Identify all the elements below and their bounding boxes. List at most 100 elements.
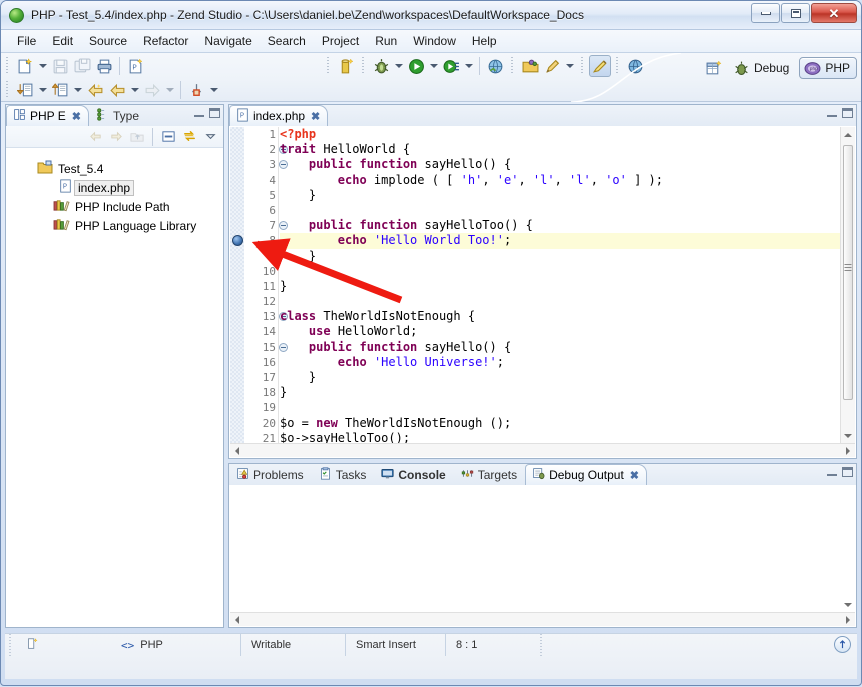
debug-dropdown[interactable] (392, 55, 405, 77)
menu-project[interactable]: Project (314, 32, 367, 50)
code-line[interactable]: } (280, 279, 840, 294)
minimize-view-icon[interactable] (827, 468, 837, 476)
tab-debug-output[interactable]: Debug Output ✖ (525, 464, 647, 485)
open-perspective-button[interactable] (703, 57, 725, 79)
close-icon[interactable]: ✖ (311, 110, 320, 123)
toolbar-grip-7[interactable] (5, 81, 11, 99)
profile-dropdown[interactable] (462, 55, 475, 77)
tab-index-php[interactable]: P index.php ✖ (229, 105, 328, 126)
collapse-all-button[interactable] (158, 127, 178, 146)
close-icon[interactable]: ✖ (630, 469, 639, 482)
tree-item-language-library[interactable]: PHP Language Library (7, 216, 222, 235)
scroll-up-icon[interactable] (841, 127, 855, 142)
run-as-server-button[interactable] (484, 55, 506, 77)
code-line[interactable]: <?php (280, 127, 840, 142)
scroll-thumb[interactable] (843, 145, 853, 400)
scroll-down-icon[interactable] (841, 428, 855, 443)
quick-fix-dropdown[interactable] (563, 55, 576, 77)
code-line[interactable] (280, 264, 840, 279)
toolbar-grip-5[interactable] (580, 57, 586, 75)
editor-horizontal-scrollbar[interactable] (230, 443, 855, 457)
code-line[interactable]: class TheWorldIsNotEnough { (280, 309, 840, 324)
menu-source[interactable]: Source (81, 32, 135, 50)
maximize-button[interactable] (781, 3, 810, 23)
code-line[interactable]: echo implode ( [ 'h', 'e', 'l', 'l', 'o'… (280, 173, 840, 188)
scroll-right-icon[interactable] (841, 444, 855, 457)
menu-navigate[interactable]: Navigate (196, 32, 259, 50)
import-button[interactable] (49, 79, 71, 101)
next-annotation-dropdown[interactable] (163, 79, 176, 101)
menu-refactor[interactable]: Refactor (135, 32, 196, 50)
close-icon[interactable]: ✖ (72, 110, 81, 123)
new-php-file-button[interactable]: P (124, 55, 146, 77)
code-line[interactable]: echo 'Hello World Too!'; (280, 233, 840, 248)
view-menu-button[interactable] (200, 127, 220, 146)
code-line[interactable]: public function sayHello() { (280, 157, 840, 172)
toolbar-grip[interactable] (5, 57, 11, 75)
status-grip[interactable] (7, 634, 13, 658)
perspective-php[interactable]: php PHP (799, 57, 857, 79)
tab-problems[interactable]: Problems (229, 464, 312, 485)
code-line[interactable] (280, 294, 840, 309)
breakpoint-marker[interactable] (232, 235, 243, 246)
new-wizard-button[interactable] (14, 55, 36, 77)
tree-item-include-path[interactable]: PHP Include Path (7, 197, 222, 216)
perspective-debug[interactable]: Debug (729, 57, 795, 79)
tab-console[interactable]: Console (374, 464, 453, 485)
maximize-view-icon[interactable] (842, 467, 853, 477)
save-all-button[interactable] (71, 55, 93, 77)
editor-vertical-scrollbar[interactable] (840, 127, 855, 443)
forward-dropdown[interactable] (128, 79, 141, 101)
code-line[interactable]: } (280, 370, 840, 385)
minimize-view-icon[interactable] (194, 109, 204, 117)
explorer-forward-button[interactable] (106, 127, 126, 146)
toolbar-grip-4[interactable] (510, 57, 516, 75)
code-line[interactable]: use HelloWorld; (280, 324, 840, 339)
code-line[interactable]: } (280, 249, 840, 264)
export-dropdown[interactable] (36, 79, 49, 101)
tree-item-project[interactable]: Test_5.4 (7, 159, 222, 178)
minimize-view-icon[interactable] (827, 109, 837, 117)
code-line[interactable] (280, 203, 840, 218)
scroll-right-icon[interactable] (841, 613, 855, 626)
code-content[interactable]: <?phptrait HelloWorld { public function … (280, 127, 840, 443)
toolbar-grip-3[interactable] (361, 57, 367, 75)
scroll-left-icon[interactable] (230, 613, 244, 626)
tab-targets[interactable]: Targets (454, 464, 525, 485)
forward-button[interactable] (106, 79, 128, 101)
open-folder-button[interactable] (519, 55, 541, 77)
run-button[interactable] (405, 55, 427, 77)
minimize-button[interactable] (751, 3, 780, 23)
print-button[interactable] (93, 55, 115, 77)
tree-item-index-php[interactable]: P index.php (7, 178, 222, 197)
code-line[interactable]: echo 'Hello Universe!'; (280, 355, 840, 370)
menu-file[interactable]: File (9, 32, 44, 50)
toolbar-grip-2[interactable] (326, 57, 332, 75)
debug-output-content[interactable] (230, 486, 855, 626)
profile-button[interactable] (440, 55, 462, 77)
code-line[interactable]: } (280, 188, 840, 203)
menu-help[interactable]: Help (464, 32, 505, 50)
run-dropdown[interactable] (427, 55, 440, 77)
code-line[interactable]: $o->sayHelloToo(); (280, 431, 840, 443)
toggle-markers-button[interactable] (589, 55, 611, 77)
close-button[interactable]: ✕ (811, 3, 857, 23)
new-deployment-button[interactable] (335, 55, 357, 77)
toggle-breakpoint-button[interactable] (185, 79, 207, 101)
bottom-vertical-scrollbar[interactable] (840, 486, 855, 612)
code-line[interactable] (280, 400, 840, 415)
menu-search[interactable]: Search (260, 32, 314, 50)
next-annotation-button[interactable] (141, 79, 163, 101)
menu-window[interactable]: Window (405, 32, 464, 50)
bottom-horizontal-scrollbar[interactable] (230, 612, 855, 626)
code-line[interactable]: $o = new TheWorldIsNotEnough (); (280, 416, 840, 431)
maximize-view-icon[interactable] (842, 108, 853, 118)
code-line[interactable]: public function sayHello() { (280, 340, 840, 355)
code-line[interactable]: } (280, 385, 840, 400)
annotation-ruler[interactable] (230, 127, 244, 443)
open-browser-button[interactable] (624, 55, 646, 77)
tab-tasks[interactable]: Tasks (312, 464, 375, 485)
maximize-view-icon[interactable] (209, 108, 220, 118)
status-grip-2[interactable] (538, 634, 544, 658)
code-line[interactable]: public function sayHelloToo() { (280, 218, 840, 233)
